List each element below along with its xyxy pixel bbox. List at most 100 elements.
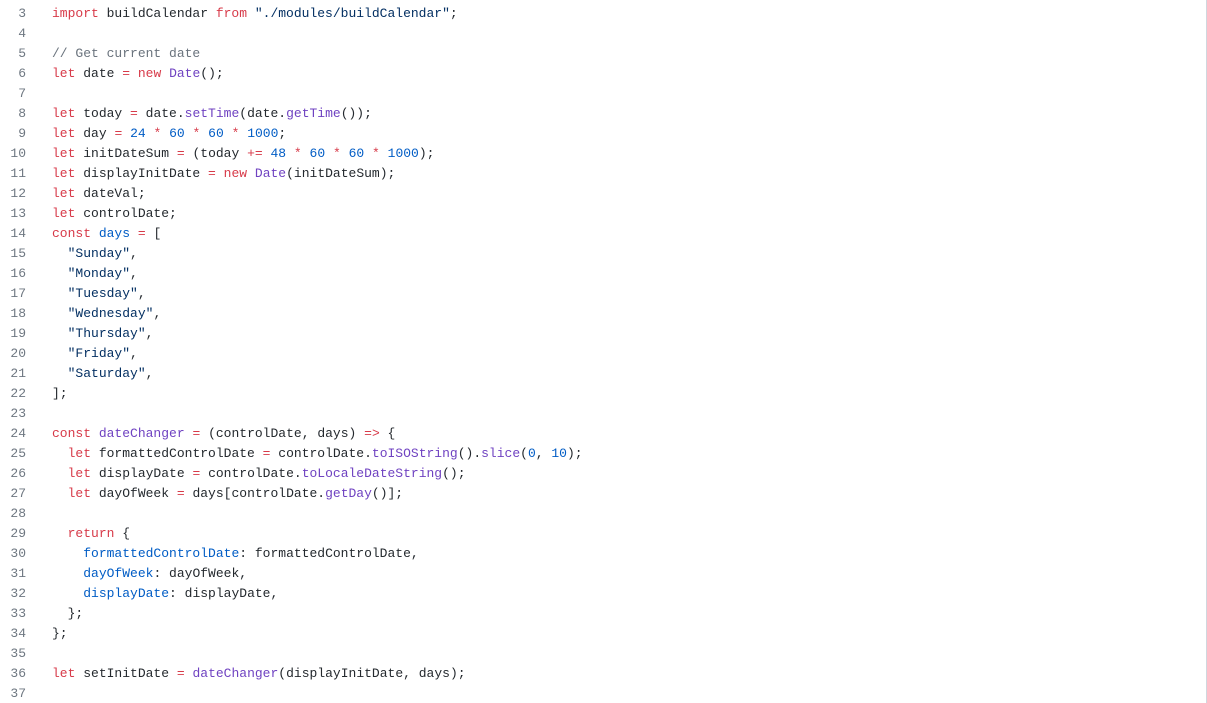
token-punct: , xyxy=(130,244,138,264)
code-line[interactable]: "Sunday", xyxy=(52,244,1206,264)
token-ident xyxy=(364,144,372,164)
token-punct: , xyxy=(411,544,419,564)
line-number: 34 xyxy=(0,624,40,644)
token-keyword: let xyxy=(52,64,83,84)
token-fn: dateChanger xyxy=(99,424,185,444)
code-line[interactable]: const days = [ xyxy=(52,224,1206,244)
token-ident: initDateSum xyxy=(294,164,380,184)
token-fn: toLocaleDateString xyxy=(302,464,442,484)
line-number: 36 xyxy=(0,664,40,684)
code-line[interactable]: let dayOfWeek = days[controlDate.getDay(… xyxy=(52,484,1206,504)
code-line[interactable]: displayDate: displayDate, xyxy=(52,584,1206,604)
code-line[interactable] xyxy=(52,84,1206,104)
line-number: 4 xyxy=(0,24,40,44)
code-line[interactable]: return { xyxy=(52,524,1206,544)
code-line[interactable] xyxy=(52,684,1206,703)
token-string: "Sunday" xyxy=(68,244,130,264)
token-punct: (); xyxy=(200,64,223,84)
code-line[interactable]: let controlDate; xyxy=(52,204,1206,224)
code-line[interactable]: let setInitDate = dateChanger(displayIni… xyxy=(52,664,1206,684)
code-line[interactable]: "Wednesday", xyxy=(52,304,1206,324)
token-op: * xyxy=(153,124,161,144)
token-punct: [ xyxy=(146,224,162,244)
line-number: 22 xyxy=(0,384,40,404)
token-ident: displayInitDate xyxy=(286,664,403,684)
code-line[interactable] xyxy=(52,644,1206,664)
code-line[interactable]: dayOfWeek: dayOfWeek, xyxy=(52,564,1206,584)
code-line[interactable]: let displayInitDate = new Date(initDateS… xyxy=(52,164,1206,184)
code-line[interactable]: }; xyxy=(52,604,1206,624)
code-line[interactable]: "Monday", xyxy=(52,264,1206,284)
code-line[interactable]: let today = date.setTime(date.getTime())… xyxy=(52,104,1206,124)
code-area[interactable]: import buildCalendar from "./modules/bui… xyxy=(40,0,1206,703)
token-keyword: return xyxy=(68,524,115,544)
token-ident xyxy=(200,124,208,144)
token-ident: buildCalendar xyxy=(107,4,216,24)
code-line[interactable]: let initDateSum = (today += 48 * 60 * 60… xyxy=(52,144,1206,164)
token-ident: displayInitDate xyxy=(83,164,208,184)
code-editor[interactable]: 3456789101112131415161718192021222324252… xyxy=(0,0,1207,703)
code-line[interactable] xyxy=(52,504,1206,524)
token-ident: days xyxy=(317,424,348,444)
token-punct: ( xyxy=(200,424,216,444)
line-number: 3 xyxy=(0,4,40,24)
token-num: 60 xyxy=(310,144,326,164)
line-number: 16 xyxy=(0,264,40,284)
token-keyword: let xyxy=(52,204,83,224)
token-punct: ); xyxy=(567,444,583,464)
token-string: "Friday" xyxy=(68,344,130,364)
token-op: += xyxy=(247,144,263,164)
line-number: 28 xyxy=(0,504,40,524)
token-ident xyxy=(130,224,138,244)
token-punct: , xyxy=(146,324,154,344)
token-string: "Monday" xyxy=(68,264,130,284)
code-line[interactable]: const dateChanger = (controlDate, days) … xyxy=(52,424,1206,444)
code-line[interactable]: let date = new Date(); xyxy=(52,64,1206,84)
token-keyword: let xyxy=(52,664,83,684)
code-line[interactable]: formattedControlDate: formattedControlDa… xyxy=(52,544,1206,564)
token-punct: }; xyxy=(68,604,84,624)
token-ident: displayDate xyxy=(99,464,193,484)
token-keyword: const xyxy=(52,224,99,244)
line-number: 8 xyxy=(0,104,40,124)
token-ident: controlDate xyxy=(216,424,302,444)
code-line[interactable]: "Saturday", xyxy=(52,364,1206,384)
token-punct: ; xyxy=(169,204,177,224)
line-number: 15 xyxy=(0,244,40,264)
code-line[interactable]: ]; xyxy=(52,384,1206,404)
token-op: * xyxy=(193,124,201,144)
indent xyxy=(52,284,68,304)
line-number: 5 xyxy=(0,44,40,64)
indent xyxy=(52,524,68,544)
code-line[interactable]: let formattedControlDate = controlDate.t… xyxy=(52,444,1206,464)
line-number: 12 xyxy=(0,184,40,204)
token-op: = xyxy=(138,224,146,244)
code-line[interactable]: import buildCalendar from "./modules/bui… xyxy=(52,4,1206,24)
code-line[interactable]: let displayDate = controlDate.toLocaleDa… xyxy=(52,464,1206,484)
line-number: 33 xyxy=(0,604,40,624)
token-opnew: new xyxy=(224,164,255,184)
line-number: 10 xyxy=(0,144,40,164)
token-punct: ( xyxy=(239,104,247,124)
token-punct: , xyxy=(130,264,138,284)
token-ident: displayDate xyxy=(185,584,271,604)
line-number: 31 xyxy=(0,564,40,584)
code-line[interactable]: "Thursday", xyxy=(52,324,1206,344)
token-num: 60 xyxy=(169,124,185,144)
token-punct: ()]; xyxy=(372,484,403,504)
code-line[interactable]: let day = 24 * 60 * 60 * 1000; xyxy=(52,124,1206,144)
line-number: 17 xyxy=(0,284,40,304)
code-line[interactable]: "Friday", xyxy=(52,344,1206,364)
code-line[interactable]: // Get current date xyxy=(52,44,1206,64)
token-op: = xyxy=(177,664,185,684)
line-number: 20 xyxy=(0,344,40,364)
code-line[interactable] xyxy=(52,24,1206,44)
token-ident: controlDate. xyxy=(200,464,301,484)
token-punct: , xyxy=(536,444,552,464)
code-line[interactable]: }; xyxy=(52,624,1206,644)
code-line[interactable]: "Tuesday", xyxy=(52,284,1206,304)
token-keyword: let xyxy=(68,484,99,504)
code-line[interactable]: let dateVal; xyxy=(52,184,1206,204)
line-number: 29 xyxy=(0,524,40,544)
code-line[interactable] xyxy=(52,404,1206,424)
